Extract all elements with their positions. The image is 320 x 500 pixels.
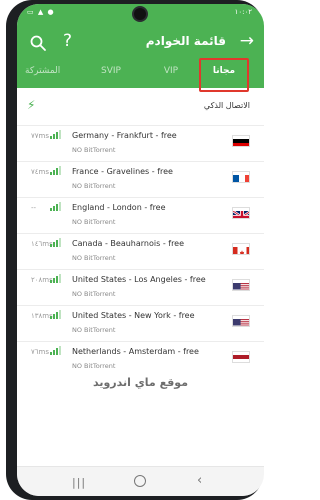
ca-flag-icon xyxy=(232,243,250,255)
gb-flag-icon xyxy=(232,207,250,219)
help-icon[interactable]: ? xyxy=(63,31,72,51)
navigation-bar: ||| ‹ xyxy=(17,466,264,496)
server-note: NO BitTorrent xyxy=(72,290,116,298)
server-row[interactable]: -- England - London - free NO BitTorrent xyxy=(17,197,264,233)
server-name: Canada - Beauharnois - free xyxy=(72,239,185,248)
signal-icon xyxy=(50,130,61,139)
app-header: ▭ ▲ ● ١٠:٠٢ ? قائمة الخوادم → المشتركة S… xyxy=(17,4,264,92)
us-flag-icon xyxy=(232,315,250,327)
server-note: NO BitTorrent xyxy=(72,362,116,370)
app-screen: ▭ ▲ ● ١٠:٠٢ ? قائمة الخوادم → المشتركة S… xyxy=(17,4,264,496)
fr-flag-icon xyxy=(232,171,250,183)
us-flag-icon xyxy=(232,279,250,291)
server-note: NO BitTorrent xyxy=(72,326,116,334)
watermark: موقع ماي اندرويد xyxy=(92,376,188,389)
server-note: NO BitTorrent xyxy=(72,218,116,226)
camera-cutout xyxy=(134,8,146,20)
server-name: England - London - free xyxy=(72,203,166,212)
page-title: قائمة الخوادم xyxy=(145,34,226,48)
tab-shared[interactable]: المشتركة xyxy=(25,66,60,76)
server-note: NO BitTorrent xyxy=(72,182,116,190)
server-row[interactable]: ٧٦ms Netherlands - Amsterdam - free NO Bit… xyxy=(17,341,264,377)
server-name: France - Gravelines - free xyxy=(72,167,173,176)
ping-value: ٧٧ms xyxy=(31,132,49,140)
tab-svip[interactable]: SVIP xyxy=(95,66,127,76)
server-note: NO BitTorrent xyxy=(72,254,116,262)
server-row[interactable]: ١٣٨ms United States - New York - free NO B… xyxy=(17,305,264,341)
server-name: Germany - Frankfurt - free xyxy=(72,131,177,140)
server-name: Netherlands - Amsterdam - free xyxy=(72,347,199,356)
signal-icon xyxy=(50,310,61,319)
phone-frame: ▭ ▲ ● ١٠:٠٢ ? قائمة الخوادم → المشتركة S… xyxy=(6,0,264,500)
de-flag-icon xyxy=(232,135,250,147)
server-name: United States - Los Angeles - free xyxy=(72,275,206,284)
smart-connect-label: الاتصال الذكي xyxy=(203,101,250,110)
server-row[interactable]: ٧٤ms France - Gravelines - free NO BitTorr… xyxy=(17,161,264,197)
ping-value: ٧٦ms xyxy=(31,348,49,356)
server-row[interactable]: ٧٧ms Germany - Frankfurt - free NO BitTorr… xyxy=(17,125,264,161)
status-icons: ▭ ▲ ● xyxy=(27,8,55,16)
ping-value: ٧٤ms xyxy=(31,168,49,176)
nl-flag-icon xyxy=(232,351,250,363)
lightning-icon: ⚡ xyxy=(27,98,36,112)
server-tabs: المشتركة SVIP VIP مجانا xyxy=(17,58,264,92)
signal-icon xyxy=(50,238,61,247)
signal-icon xyxy=(50,166,61,175)
tab-vip[interactable]: VIP xyxy=(157,66,185,76)
signal-icon xyxy=(50,202,61,211)
recents-icon[interactable]: ||| xyxy=(72,476,86,489)
home-icon[interactable] xyxy=(134,475,146,487)
status-time: ١٠:٠٢ xyxy=(234,8,252,16)
server-row[interactable]: ١٤٦ms Canada - Beauharnois - free NO BitTo… xyxy=(17,233,264,269)
tab-highlight-box xyxy=(199,58,249,92)
search-icon[interactable] xyxy=(29,34,47,52)
ping-value: -- xyxy=(31,204,37,212)
signal-icon xyxy=(50,346,61,355)
server-row[interactable]: ٢٠٨ms United States - Los Angeles - free N… xyxy=(17,269,264,305)
signal-icon xyxy=(50,274,61,283)
smart-connect-row[interactable]: ⚡ الاتصال الذكي xyxy=(17,96,264,122)
server-note: NO BitTorrent xyxy=(72,146,116,154)
server-name: United States - New York - free xyxy=(72,311,195,320)
back-arrow-icon[interactable]: → xyxy=(240,31,254,51)
back-icon[interactable]: ‹ xyxy=(197,473,202,488)
